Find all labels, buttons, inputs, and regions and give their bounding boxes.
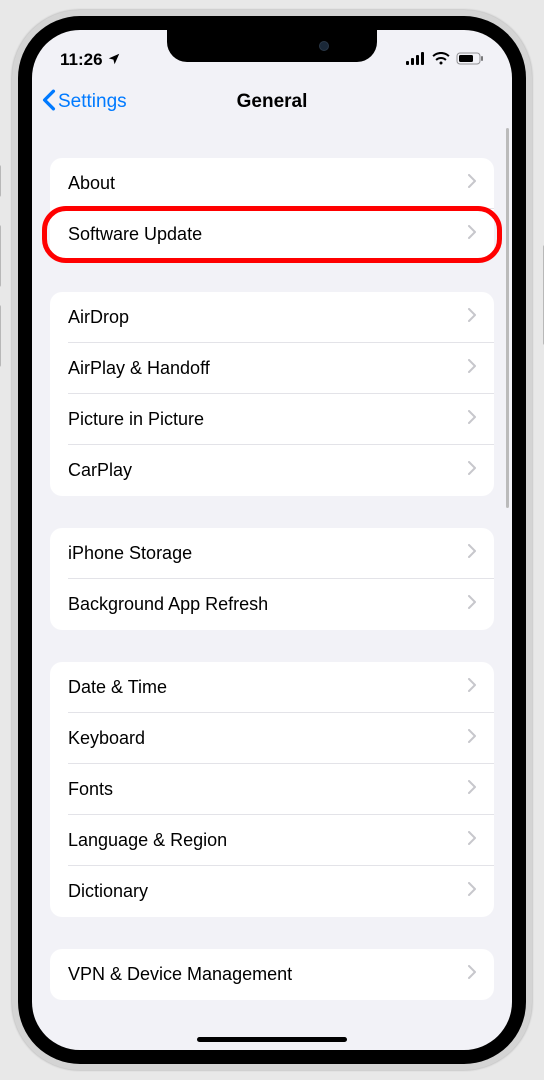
settings-group: About Software Update — [50, 158, 494, 260]
chevron-right-icon — [468, 729, 476, 748]
page-title: General — [237, 91, 308, 113]
chevron-right-icon — [468, 359, 476, 378]
settings-group: VPN & Device Management — [50, 949, 494, 1000]
front-camera — [319, 41, 329, 51]
phone-frame: 11:26 — [12, 10, 532, 1070]
row-software-update[interactable]: Software Update — [50, 209, 494, 260]
row-keyboard[interactable]: Keyboard — [50, 713, 494, 764]
scroll-indicator — [506, 128, 509, 508]
row-label: Date & Time — [68, 677, 167, 698]
settings-group: iPhone Storage Background App Refresh — [50, 528, 494, 630]
row-picture-in-picture[interactable]: Picture in Picture — [50, 394, 494, 445]
row-label: AirPlay & Handoff — [68, 358, 210, 379]
chevron-right-icon — [468, 308, 476, 327]
row-label: Dictionary — [68, 881, 148, 902]
row-label: CarPlay — [68, 460, 132, 481]
row-label: Language & Region — [68, 830, 227, 851]
row-label: Fonts — [68, 779, 113, 800]
row-label: Keyboard — [68, 728, 145, 749]
back-label: Settings — [58, 91, 127, 113]
volume-up-button — [0, 225, 1, 287]
battery-icon — [456, 50, 484, 70]
chevron-right-icon — [468, 461, 476, 480]
row-label: iPhone Storage — [68, 543, 192, 564]
row-about[interactable]: About — [50, 158, 494, 209]
status-time: 11:26 — [60, 50, 103, 70]
row-dictionary[interactable]: Dictionary — [50, 866, 494, 917]
row-label: About — [68, 173, 115, 194]
content-scroll[interactable]: About Software Update AirDrop AirPlay & Han… — [32, 126, 512, 1032]
chevron-right-icon — [468, 678, 476, 697]
nav-bar: Settings General — [32, 78, 512, 126]
cellular-icon — [406, 50, 426, 70]
chevron-right-icon — [468, 882, 476, 901]
row-label: Picture in Picture — [68, 409, 204, 430]
status-right — [406, 50, 484, 70]
silence-switch — [0, 165, 1, 197]
row-language-region[interactable]: Language & Region — [50, 815, 494, 866]
row-label: Background App Refresh — [68, 594, 268, 615]
row-date-time[interactable]: Date & Time — [50, 662, 494, 713]
settings-group: Date & Time Keyboard Fonts Language & Regio… — [50, 662, 494, 917]
chevron-right-icon — [468, 965, 476, 984]
chevron-right-icon — [468, 831, 476, 850]
volume-down-button — [0, 305, 1, 367]
chevron-right-icon — [468, 780, 476, 799]
row-background-app-refresh[interactable]: Background App Refresh — [50, 579, 494, 630]
row-label: VPN & Device Management — [68, 964, 292, 985]
row-airdrop[interactable]: AirDrop — [50, 292, 494, 343]
row-airplay-handoff[interactable]: AirPlay & Handoff — [50, 343, 494, 394]
home-indicator[interactable] — [197, 1037, 347, 1042]
chevron-right-icon — [468, 174, 476, 193]
screen: 11:26 — [32, 30, 512, 1050]
notch — [167, 30, 377, 62]
settings-group: AirDrop AirPlay & Handoff Picture in Pictu… — [50, 292, 494, 496]
status-left: 11:26 — [60, 50, 121, 70]
chevron-right-icon — [468, 225, 476, 244]
row-fonts[interactable]: Fonts — [50, 764, 494, 815]
row-carplay[interactable]: CarPlay — [50, 445, 494, 496]
chevron-right-icon — [468, 410, 476, 429]
row-vpn-device-management[interactable]: VPN & Device Management — [50, 949, 494, 1000]
phone-bezel: 11:26 — [18, 16, 526, 1064]
row-label: Software Update — [68, 224, 202, 245]
chevron-right-icon — [468, 595, 476, 614]
row-label: AirDrop — [68, 307, 129, 328]
row-iphone-storage[interactable]: iPhone Storage — [50, 528, 494, 579]
wifi-icon — [432, 50, 450, 70]
location-icon — [107, 52, 121, 69]
chevron-left-icon — [42, 89, 56, 115]
chevron-right-icon — [468, 544, 476, 563]
back-button[interactable]: Settings — [42, 89, 127, 115]
